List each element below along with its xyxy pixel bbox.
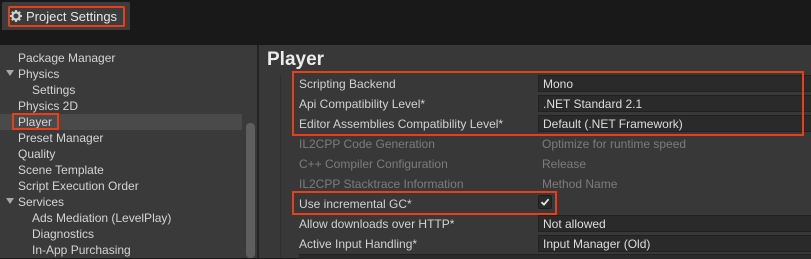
sidebar-item-label: Services xyxy=(18,195,65,209)
project-settings-tab[interactable]: Project Settings xyxy=(2,2,130,30)
sidebar-item-physics-2d[interactable]: Physics 2D xyxy=(0,98,242,114)
highlight-box xyxy=(292,71,804,136)
sidebar-item-label: Package Manager xyxy=(18,51,116,65)
sidebar-item-services[interactable]: Services xyxy=(0,194,242,210)
sidebar-item-label: Scene Template xyxy=(18,163,104,177)
settings-sidebar: Package Manager Physics Settings Physics… xyxy=(0,45,257,258)
sidebar-item-label: Physics 2D xyxy=(18,99,79,113)
cpp-compiler-configuration-value: Release xyxy=(542,157,587,171)
active-input-handling-label: Active Input Handling* xyxy=(299,237,418,251)
sidebar-item-label: Ads Mediation (LevelPlay) xyxy=(32,211,172,225)
il2cpp-code-generation-value: Optimize for runtime speed xyxy=(542,137,687,151)
sidebar-item-label: Preset Manager xyxy=(18,131,104,145)
highlight-box xyxy=(12,113,59,130)
next-row-field xyxy=(299,254,811,259)
dropdown-value: Input Manager (Old) xyxy=(543,237,651,251)
sidebar-item-label: Script Execution Order xyxy=(18,179,139,193)
sidebar-item-scene-template[interactable]: Scene Template xyxy=(0,162,242,178)
highlight-box xyxy=(8,6,125,27)
expand-arrow-icon[interactable] xyxy=(6,198,14,204)
il2cpp-code-generation-label: IL2CPP Code Generation xyxy=(299,137,435,151)
sidebar-item-script-execution-order[interactable]: Script Execution Order xyxy=(0,178,242,194)
sidebar-item-label: In-App Purchasing xyxy=(32,243,131,257)
sidebar-scrollbar-thumb[interactable] xyxy=(246,123,255,258)
sidebar-item-label: Diagnostics xyxy=(32,227,95,241)
sidebar-item-package-manager[interactable]: Package Manager xyxy=(0,50,242,66)
cpp-compiler-configuration-label: C++ Compiler Configuration xyxy=(299,157,448,171)
allow-downloads-http-dropdown[interactable]: Not allowed xyxy=(538,215,811,232)
sidebar-item-physics-settings[interactable]: Settings xyxy=(0,82,242,98)
sidebar-item-quality[interactable]: Quality xyxy=(0,146,242,162)
sidebar-item-in-app-purchasing[interactable]: In-App Purchasing xyxy=(0,242,242,258)
sidebar-item-preset-manager[interactable]: Preset Manager xyxy=(0,130,242,146)
sidebar-item-label: Settings xyxy=(32,83,76,97)
il2cpp-stacktrace-information-label: IL2CPP Stacktrace Information xyxy=(299,177,464,191)
allow-downloads-http-label: Allow downloads over HTTP* xyxy=(299,217,455,231)
window-tab-bar: Project Settings xyxy=(0,0,811,30)
sidebar-item-diagnostics[interactable]: Diagnostics xyxy=(0,226,242,242)
sidebar-item-ads-mediation[interactable]: Ads Mediation (LevelPlay) xyxy=(0,210,242,226)
highlight-box xyxy=(292,191,557,215)
page-title: Player xyxy=(267,49,325,70)
expand-arrow-icon[interactable] xyxy=(6,70,14,76)
il2cpp-stacktrace-information-value: Method Name xyxy=(542,177,618,191)
dropdown-value: Not allowed xyxy=(543,217,606,231)
indent-guide xyxy=(280,75,281,258)
active-input-handling-dropdown[interactable]: Input Manager (Old) xyxy=(538,235,811,252)
sidebar-item-label: Physics xyxy=(18,67,60,81)
sidebar-item-label: Quality xyxy=(18,147,56,161)
sidebar-item-physics[interactable]: Physics xyxy=(0,66,242,82)
